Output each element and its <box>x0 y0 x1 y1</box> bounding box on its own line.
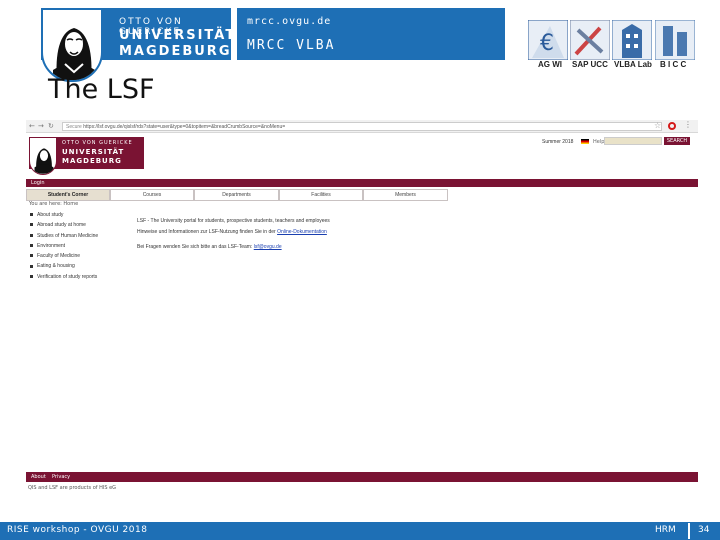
tab-courses[interactable]: Courses <box>110 189 194 201</box>
tab-members[interactable]: Members <box>363 189 448 201</box>
sidebar-menu: About study Abroad study at home Studies… <box>30 210 98 282</box>
mrcc-name: MRCC VLBA <box>247 38 336 53</box>
svg-text:€: € <box>540 31 554 56</box>
privacy-link[interactable]: Privacy <box>52 472 70 482</box>
sidebar-item-environment[interactable]: Environment <box>30 241 98 251</box>
guericke-portrait <box>41 8 103 82</box>
lsf-logo-line2: UNIVERSITÄT <box>62 148 125 156</box>
contact-email-link[interactable]: lsf@ovgu.de <box>254 244 282 250</box>
address-bar[interactable]: Secure https://lsf.ovgu.de/qislsf/rds?st… <box>62 122 662 131</box>
tab-departments[interactable]: Departments <box>194 189 279 201</box>
agwi-label: AG WI <box>538 60 562 69</box>
sidebar-item-human-medicine[interactable]: Studies of Human Medicine <box>30 231 98 241</box>
main-nav-tabs: Student's Corner Courses Departments Fac… <box>26 189 448 201</box>
breadcrumb: You are here: Home <box>29 201 79 207</box>
sidebar-item-abroad[interactable]: Abroad study at home <box>30 220 98 230</box>
hint-text: Hinweise und Informationen zur LSF-Nutzu… <box>137 229 327 235</box>
help-link[interactable]: Help <box>593 139 604 145</box>
lsf-portrait <box>29 137 57 175</box>
vlbalab-label: VLBA Lab <box>614 60 652 69</box>
slide-title: The LSF <box>48 74 155 105</box>
bullet-icon <box>30 274 33 278</box>
intro-text: LSF - The University portal for students… <box>137 218 330 224</box>
back-icon[interactable]: ← <box>29 122 35 130</box>
sidebar-item-verification[interactable]: Verification of study reports <box>30 272 98 282</box>
bullet-icon <box>30 244 33 248</box>
forward-icon[interactable]: → <box>38 122 44 130</box>
bullet-icon <box>30 233 33 237</box>
footer-divider <box>688 523 690 539</box>
login-link[interactable]: Login <box>31 179 45 187</box>
login-bar: Login <box>26 179 698 187</box>
bicc-label: B I C C <box>660 60 687 69</box>
sidebar-item-about-study[interactable]: About study <box>30 210 98 220</box>
agwi-logo: € <box>527 19 569 61</box>
about-link[interactable]: About <box>31 472 46 482</box>
menu-icon[interactable]: ⋮ <box>684 120 692 129</box>
tab-facilities[interactable]: Facilities <box>279 189 363 201</box>
ovgu-logo: OTTO VON GUERICKE UNIVERSITÄT MAGDEBURG <box>41 8 234 82</box>
page-number: 34 <box>698 525 710 535</box>
ovgu-logo-line3: MAGDEBURG <box>119 44 232 59</box>
reload-icon[interactable]: ↻ <box>48 122 54 130</box>
sidebar-item-eating-housing[interactable]: Eating & housing <box>30 261 98 271</box>
german-flag-icon[interactable] <box>581 139 589 144</box>
bullet-icon <box>30 254 33 258</box>
lsf-university-logo[interactable]: OTTO VON GUERICKE UNIVERSITÄT MAGDEBURG <box>29 137 144 175</box>
lsf-logo-line3: MAGDEBURG <box>62 157 122 165</box>
sapucc-logo <box>569 19 611 61</box>
semester-label[interactable]: Summer 2018 <box>542 139 573 145</box>
browser-toolbar: ← → ↻ Secure https://lsf.ovgu.de/qislsf/… <box>26 120 698 133</box>
footer-event: RISE workshop - OVGU 2018 <box>7 525 148 535</box>
opera-icon[interactable] <box>668 122 676 130</box>
bookmark-star-icon[interactable]: ☆ <box>654 121 661 130</box>
welcome-content: LSF - The University portal for students… <box>137 218 437 250</box>
tools-icon <box>569 19 611 61</box>
mrcc-url: mrcc.ovgu.de <box>247 16 332 27</box>
contact-text: Bei Fragen wenden Sie sich bitte an das … <box>137 244 282 250</box>
bullet-icon <box>30 213 33 217</box>
bullet-icon <box>30 264 33 268</box>
sidebar-item-faculty-medicine[interactable]: Faculty of Medicine <box>30 251 98 261</box>
his-note: QIS and LSF are products of HIS eG <box>28 485 117 491</box>
footer-author: HRM <box>655 525 676 535</box>
sapucc-label: SAP UCC <box>572 60 608 69</box>
lsf-footer-bar: About Privacy <box>26 472 698 482</box>
search-button[interactable]: SEARCH <box>664 137 690 145</box>
euro-icon: € <box>527 19 569 61</box>
ovgu-logo-line2: UNIVERSITÄT <box>119 28 237 43</box>
tab-students-corner[interactable]: Student's Corner <box>26 189 110 201</box>
secure-label: Secure <box>66 124 82 130</box>
server-icon <box>654 19 696 61</box>
address-url: https://lsf.ovgu.de/qislsf/rds?state=use… <box>83 124 286 130</box>
bullet-icon <box>30 223 33 227</box>
browser-screenshot: ← → ↻ Secure https://lsf.ovgu.de/qislsf/… <box>26 120 698 494</box>
mrcc-logo: mrcc.ovgu.de MRCC VLBA <box>237 8 505 60</box>
lsf-logo-line1: OTTO VON GUERICKE <box>62 140 133 146</box>
search-input[interactable] <box>604 137 662 145</box>
vlbalab-logo <box>611 19 653 61</box>
building-icon <box>611 19 653 61</box>
bicc-logo <box>654 19 696 61</box>
slide-footer: RISE workshop - OVGU 2018 HRM 34 <box>0 522 720 540</box>
online-docs-link[interactable]: Online-Dokumentation <box>277 229 327 235</box>
